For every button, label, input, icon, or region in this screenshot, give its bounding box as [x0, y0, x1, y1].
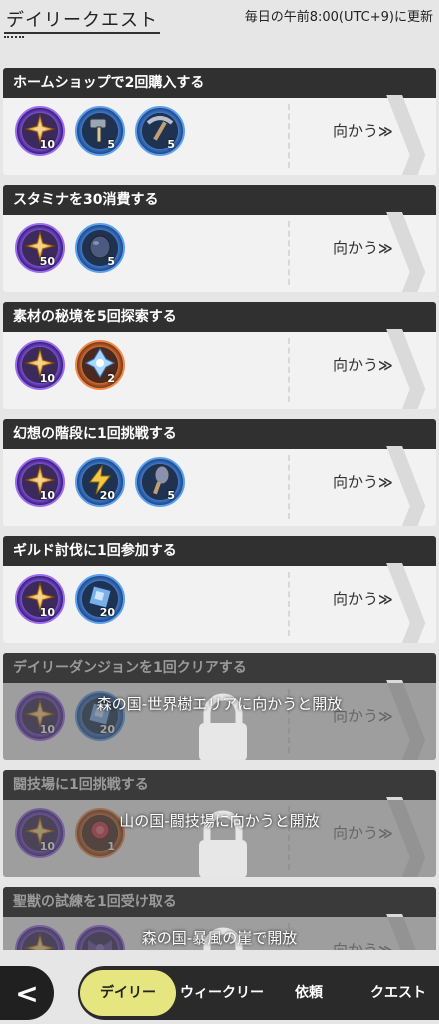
go-button[interactable]: 向かう≫	[333, 471, 393, 492]
tab-weekly[interactable]: ウィークリー	[176, 966, 268, 1020]
quest-title: 素材の秘境を5回探索する	[3, 302, 436, 332]
quest-list[interactable]: ホームショップで2回購入する ❯ 10 5 5 向かう≫ スタミナを30消費する ❯ 50 5 向か…	[0, 60, 439, 950]
lock-overlay: 森の国-暴風の崖で開放	[3, 917, 436, 950]
go-button[interactable]: 向かう≫	[333, 237, 393, 258]
reward-count: 2	[107, 372, 115, 385]
reward-item[interactable]: 10	[15, 340, 65, 390]
unlock-condition-text: 森の国-暴風の崖で開放	[141, 929, 298, 947]
reward-count: 5	[167, 489, 175, 502]
double-chevron-right-icon: ≫	[378, 358, 393, 374]
tab-quest[interactable]: クエスト	[350, 966, 439, 1020]
reward-item[interactable]: 20	[75, 574, 125, 624]
reward-count: 10	[39, 138, 55, 151]
quest-title: スタミナを30消費する	[3, 185, 436, 215]
reward-count: 10	[39, 372, 55, 385]
bottom-nav: < デイリー ウィークリー 依頼 クエスト	[0, 962, 439, 1024]
quest-title: デイリーダンジョンを1回クリアする	[3, 653, 436, 683]
page-title: デイリークエスト	[6, 10, 158, 31]
divider	[288, 338, 290, 402]
reward-item[interactable]: 50	[15, 223, 65, 273]
reward-item[interactable]: 20	[75, 457, 125, 507]
unlock-condition-text: 森の国-世界樹エリアに向かうと開放	[96, 695, 343, 713]
quest-card: 素材の秘境を5回探索する ❯ 10 2 向かう≫	[3, 302, 436, 409]
title-dots	[4, 36, 24, 38]
go-label: 向かう	[333, 239, 379, 257]
go-label: 向かう	[333, 473, 379, 491]
divider	[288, 455, 290, 519]
quest-card: 幻想の階段に1回挑戦する ❯ 10 20 5 向かう≫	[3, 419, 436, 526]
refresh-time-text: 毎日の午前8:00(UTC+9)に更新	[244, 10, 433, 25]
tab-request[interactable]: 依頼	[268, 966, 350, 1020]
double-chevron-right-icon: ≫	[378, 475, 393, 491]
quest-title: 闘技場に1回挑戦する	[3, 770, 436, 800]
quest-card: ホームショップで2回購入する ❯ 10 5 5 向かう≫	[3, 68, 436, 175]
quest-title: ホームショップで2回購入する	[3, 68, 436, 98]
reward-item[interactable]: 10	[15, 574, 65, 624]
reward-item[interactable]: 5	[75, 223, 125, 273]
unlock-condition-text: 山の国-闘技場に向かうと開放	[119, 812, 320, 830]
reward-item[interactable]: 5	[135, 106, 185, 156]
divider	[288, 104, 290, 168]
quest-title: 幻想の階段に1回挑戦する	[3, 419, 436, 449]
reward-item[interactable]: 10	[15, 106, 65, 156]
reward-item[interactable]: 2	[75, 340, 125, 390]
reward-count: 50	[39, 255, 55, 268]
go-label: 向かう	[333, 356, 379, 374]
tab-bar: デイリー ウィークリー 依頼 クエスト	[78, 966, 439, 1020]
quest-card: ギルド討伐に1回参加する ❯ 10 20 向かう≫	[3, 536, 436, 643]
reward-item[interactable]: 5	[135, 457, 185, 507]
reward-count: 10	[39, 489, 55, 502]
back-button[interactable]: <	[0, 966, 54, 1020]
reward-item[interactable]: 10	[15, 457, 65, 507]
go-button[interactable]: 向かう≫	[333, 588, 393, 609]
chevron-left-icon: <	[15, 976, 39, 1010]
header: デイリークエスト 毎日の午前8:00(UTC+9)に更新	[0, 0, 439, 44]
reward-count: 5	[167, 138, 175, 151]
quest-title: 聖獣の試練を1回受け取る	[3, 887, 436, 917]
lock-overlay: 山の国-闘技場に向かうと開放	[3, 800, 436, 877]
go-button[interactable]: 向かう≫	[333, 354, 393, 375]
tab-daily[interactable]: デイリー	[80, 970, 176, 1016]
quest-card: 聖獣の試練を1回受け取る❯向かう≫森の国-暴風の崖で開放	[3, 887, 436, 950]
double-chevron-right-icon: ≫	[378, 241, 393, 257]
double-chevron-right-icon: ≫	[378, 124, 393, 140]
go-label: 向かう	[333, 122, 379, 140]
divider	[288, 221, 290, 285]
lock-overlay: 森の国-世界樹エリアに向かうと開放	[3, 683, 436, 760]
title-underline	[4, 32, 160, 34]
divider	[288, 572, 290, 636]
quest-card: スタミナを30消費する ❯ 50 5 向かう≫	[3, 185, 436, 292]
go-label: 向かう	[333, 590, 379, 608]
quest-title: ギルド討伐に1回参加する	[3, 536, 436, 566]
quest-card: デイリーダンジョンを1回クリアする❯1020向かう≫森の国-世界樹エリアに向かう…	[3, 653, 436, 760]
reward-item[interactable]: 5	[75, 106, 125, 156]
reward-count: 10	[39, 606, 55, 619]
reward-count: 20	[99, 606, 115, 619]
double-chevron-right-icon: ≫	[378, 592, 393, 608]
reward-count: 20	[99, 489, 115, 502]
reward-count: 5	[107, 255, 115, 268]
reward-count: 5	[107, 138, 115, 151]
go-button[interactable]: 向かう≫	[333, 120, 393, 141]
quest-card: 闘技場に1回挑戦する❯101向かう≫山の国-闘技場に向かうと開放	[3, 770, 436, 877]
